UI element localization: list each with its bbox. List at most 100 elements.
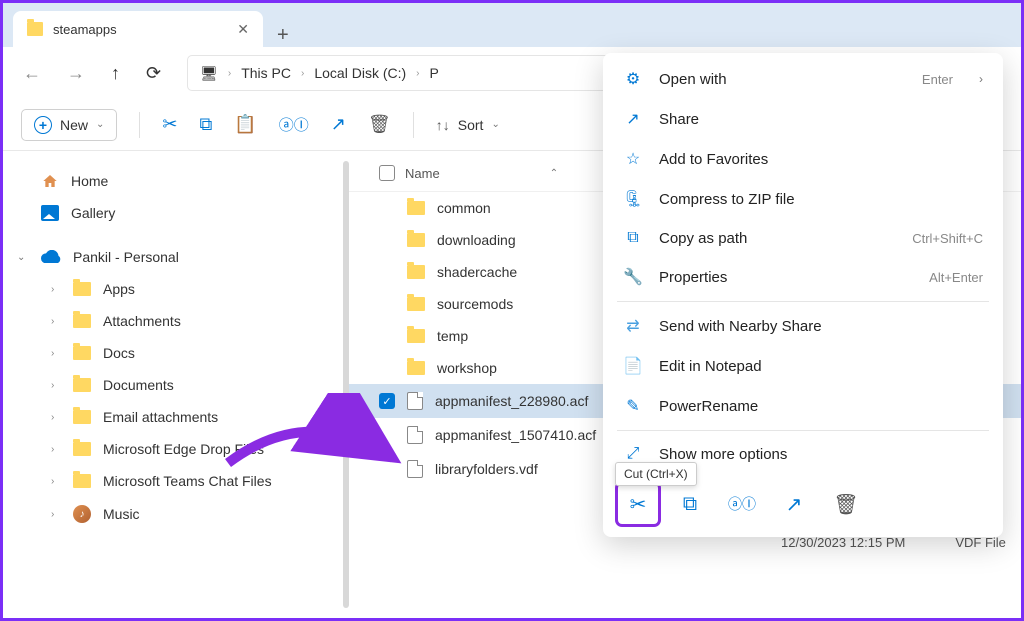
chevron-down-icon: ⌄ bbox=[96, 119, 104, 130]
notepad-icon: 📄 bbox=[623, 356, 643, 376]
ctx-copy-path[interactable]: ⧉ Copy as path Ctrl+Shift+C bbox=[609, 219, 997, 257]
folder-icon bbox=[407, 265, 425, 279]
ctx-label: Add to Favorites bbox=[659, 151, 983, 168]
tooltip-text: Cut (Ctrl+X) bbox=[624, 467, 688, 481]
sidebar-item-folder[interactable]: › Microsoft Teams Chat Files bbox=[3, 465, 343, 497]
select-all-checkbox[interactable] bbox=[379, 165, 395, 181]
breadcrumb-item[interactable]: This PC bbox=[241, 65, 291, 81]
new-tab-button[interactable]: + bbox=[263, 24, 303, 47]
chevron-right-icon: › bbox=[51, 284, 61, 295]
expand-icon: ⤢ bbox=[623, 445, 643, 463]
wrench-icon: 🔧 bbox=[623, 267, 643, 287]
cut-icon[interactable]: ✂ bbox=[162, 114, 177, 135]
paste-icon[interactable]: 📋 bbox=[234, 114, 256, 135]
copy-icon[interactable]: ⧉ bbox=[200, 114, 213, 135]
sidebar-item-folder[interactable]: ›Email attachments bbox=[3, 401, 343, 433]
chevron-right-icon: › bbox=[51, 316, 61, 327]
sidebar-item-gallery[interactable]: Gallery bbox=[3, 197, 343, 229]
ctx-delete-button[interactable]: 🗑 bbox=[825, 483, 867, 525]
up-button[interactable]: ↑ bbox=[111, 63, 120, 84]
sidebar-label: Music bbox=[103, 506, 140, 522]
ctx-label: Copy as path bbox=[659, 230, 896, 247]
chevron-right-icon: › bbox=[51, 509, 61, 520]
sidebar-label: Apps bbox=[103, 281, 135, 297]
sidebar-item-folder[interactable]: ›Docs bbox=[3, 337, 343, 369]
ctx-share-button[interactable]: ↗ bbox=[773, 483, 815, 525]
ctx-zip[interactable]: 🗜 Compress to ZIP file bbox=[609, 179, 997, 219]
folder-icon bbox=[407, 201, 425, 215]
ctx-label: Edit in Notepad bbox=[659, 358, 983, 375]
share-icon[interactable]: ↗ bbox=[331, 114, 346, 135]
forward-button[interactable]: → bbox=[67, 63, 85, 84]
ctx-rename-button[interactable]: ⓐⒾ bbox=[721, 483, 763, 525]
chevron-right-icon: › bbox=[51, 444, 61, 455]
folder-icon bbox=[73, 474, 91, 488]
file-date: 12/30/2023 12:15 PM bbox=[781, 535, 905, 550]
refresh-button[interactable]: ⟳ bbox=[146, 63, 161, 84]
separator bbox=[617, 301, 989, 302]
chevron-right-icon: › bbox=[51, 476, 61, 487]
ctx-powerrename[interactable]: ✎ PowerRename bbox=[609, 386, 997, 426]
sidebar-item-folder[interactable]: › Attachments bbox=[3, 305, 343, 337]
rename-icon[interactable]: ⓐⒾ bbox=[279, 114, 309, 135]
ctx-notepad[interactable]: 📄 Edit in Notepad bbox=[609, 346, 997, 386]
chevron-down-icon: ⌄ bbox=[17, 252, 29, 263]
sidebar-item-folder[interactable]: ›Documents bbox=[3, 369, 343, 401]
ctx-label: PowerRename bbox=[659, 398, 983, 415]
file-name: appmanifest_1507410.acf bbox=[435, 427, 596, 443]
ctx-nearby-share[interactable]: ⇄ Send with Nearby Share bbox=[609, 306, 997, 346]
ctx-cut-button[interactable]: ✂ bbox=[617, 483, 659, 525]
plus-icon: + bbox=[34, 116, 52, 134]
delete-icon[interactable]: 🗑 bbox=[368, 114, 391, 135]
window-tab[interactable]: steamapps ✕ bbox=[13, 11, 263, 47]
open-with-icon: ⚙ bbox=[623, 69, 643, 89]
ctx-open-with[interactable]: ⚙ Open with Enter › bbox=[609, 59, 997, 99]
sidebar-label: Attachments bbox=[103, 313, 181, 329]
ctx-label: Compress to ZIP file bbox=[659, 191, 983, 208]
new-button[interactable]: + New ⌄ bbox=[21, 109, 117, 141]
sidebar-label: Microsoft Teams Chat Files bbox=[103, 473, 272, 489]
file-name: temp bbox=[437, 328, 468, 344]
sidebar-label: Home bbox=[71, 173, 108, 189]
sidebar: Home Gallery ⌄ Pankil - Personal › Apps ›… bbox=[3, 151, 343, 618]
column-name[interactable]: Name bbox=[405, 166, 440, 181]
sidebar-item-folder[interactable]: › Apps bbox=[3, 273, 343, 305]
ctx-label: Share bbox=[659, 111, 983, 128]
close-tab-icon[interactable]: ✕ bbox=[237, 21, 249, 38]
sidebar-item-folder[interactable]: ›Microsoft Edge Drop Files bbox=[3, 433, 343, 465]
checked-checkbox[interactable]: ✓ bbox=[379, 393, 395, 409]
chevron-right-icon: › bbox=[416, 68, 419, 79]
new-label: New bbox=[60, 117, 88, 133]
sidebar-item-onedrive[interactable]: ⌄ Pankil - Personal bbox=[3, 241, 343, 273]
file-metadata: 12/30/2023 12:15 PM VDF File bbox=[781, 535, 1006, 550]
rename-icon: ✎ bbox=[623, 396, 643, 416]
folder-icon bbox=[407, 297, 425, 311]
folder-icon bbox=[73, 378, 91, 392]
file-name: sourcemods bbox=[437, 296, 513, 312]
ctx-favorite[interactable]: ☆ Add to Favorites bbox=[609, 139, 997, 179]
breadcrumb-item[interactable]: P bbox=[430, 65, 439, 81]
ctx-shortcut: Enter bbox=[922, 72, 953, 87]
cloud-icon bbox=[41, 250, 61, 264]
ctx-shortcut: Ctrl+Shift+C bbox=[912, 231, 983, 246]
back-button[interactable]: ← bbox=[23, 63, 41, 84]
sort-icon: ↑↓ bbox=[436, 117, 450, 133]
ctx-label: Send with Nearby Share bbox=[659, 318, 983, 335]
separator bbox=[617, 430, 989, 431]
sort-button[interactable]: ↑↓ Sort ⌄ bbox=[436, 117, 500, 133]
file-name: shadercache bbox=[437, 264, 517, 280]
zip-icon: 🗜 bbox=[623, 189, 643, 209]
monitor-icon: 🖥 bbox=[200, 65, 218, 82]
breadcrumb-item[interactable]: Local Disk (C:) bbox=[314, 65, 406, 81]
sidebar-item-home[interactable]: Home bbox=[3, 165, 343, 197]
ctx-properties[interactable]: 🔧 Properties Alt+Enter bbox=[609, 257, 997, 297]
folder-icon bbox=[73, 314, 91, 328]
chevron-right-icon: › bbox=[228, 68, 231, 79]
sidebar-item-music[interactable]: ›♪Music bbox=[3, 497, 343, 531]
ctx-copy-button[interactable]: ⧉ bbox=[669, 483, 711, 525]
ctx-share[interactable]: ↗ Share bbox=[609, 99, 997, 139]
tooltip: Cut (Ctrl+X) bbox=[615, 462, 697, 486]
sidebar-label: Email attachments bbox=[103, 409, 218, 425]
ctx-label: Properties bbox=[659, 269, 913, 286]
star-icon: ☆ bbox=[623, 149, 643, 169]
